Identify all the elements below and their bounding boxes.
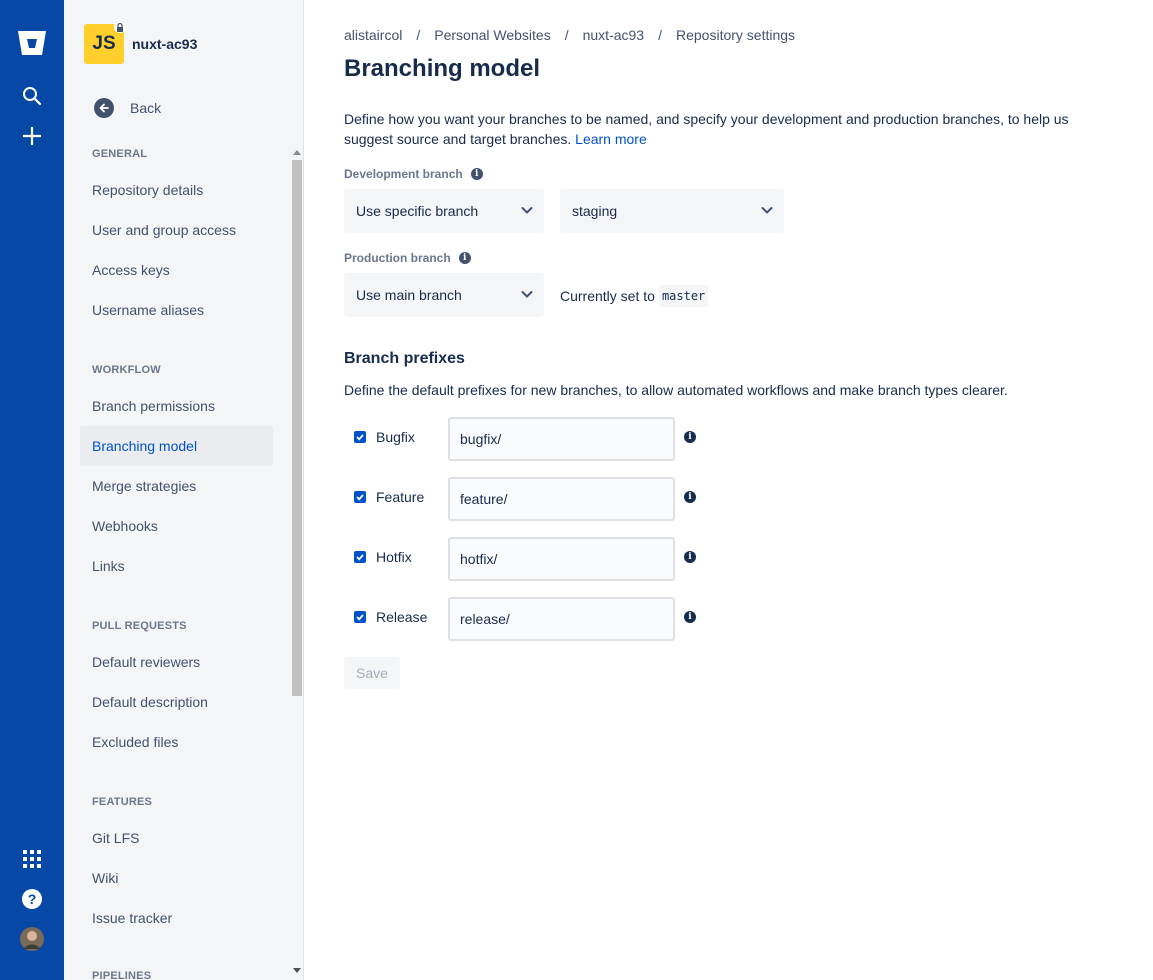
user-avatar[interactable] <box>12 919 52 959</box>
back-button[interactable]: Back <box>92 96 161 120</box>
info-icon[interactable]: i <box>458 252 471 264</box>
intro-body: Define how you want your branches to be … <box>344 111 1069 147</box>
feature-label[interactable]: Feature <box>376 489 424 505</box>
check-icon <box>356 554 364 561</box>
repo-avatar-initials: JS <box>92 33 116 54</box>
repository-sidebar: JS nuxt-ac93 Back GENERAL Repository det… <box>64 0 304 980</box>
sidebar-item-wiki[interactable]: Wiki <box>80 858 273 898</box>
back-label: Back <box>130 100 162 116</box>
intro-text: Define how you want your branches to be … <box>344 109 1104 149</box>
sidebar-item-branch-permissions[interactable]: Branch permissions <box>80 386 273 426</box>
bugfix-label[interactable]: Bugfix <box>376 429 415 445</box>
breadcrumb: alistaircol / Personal Websites / nuxt-a… <box>344 27 795 43</box>
prefix-row-release: Release i <box>344 597 744 641</box>
svg-text:?: ? <box>28 891 37 907</box>
branch-prefixes-title: Branch prefixes <box>344 350 465 367</box>
production-branch-current: Currently set to master <box>560 285 709 307</box>
repo-name: nuxt-ac93 <box>132 36 198 52</box>
nav-group-title-workflow: WORKFLOW <box>92 364 161 376</box>
development-branch-mode-value: Use specific branch <box>356 203 479 219</box>
breadcrumb-separator: / <box>564 27 569 43</box>
sidebar-item-git-lfs[interactable]: Git LFS <box>80 818 273 858</box>
sidebar-item-excluded-files[interactable]: Excluded files <box>80 722 273 762</box>
breadcrumb-item[interactable]: nuxt-ac93 <box>583 27 644 43</box>
plus-icon[interactable] <box>12 116 52 156</box>
release-checkbox[interactable] <box>354 611 366 623</box>
nav-group-title-features: FEATURES <box>92 796 153 808</box>
feature-prefix-input[interactable] <box>448 477 675 521</box>
repo-header[interactable]: JS nuxt-ac93 <box>84 21 198 64</box>
sidebar-item-links[interactable]: Links <box>80 546 273 586</box>
check-icon <box>356 614 364 621</box>
development-branch-value: staging <box>572 203 618 219</box>
prefix-row-bugfix: Bugfix i <box>344 417 744 461</box>
development-branch-mode-select[interactable]: Use specific branch <box>344 189 544 233</box>
nav-group-title-general: GENERAL <box>92 148 148 160</box>
info-icon[interactable]: i <box>684 491 696 503</box>
feature-checkbox[interactable] <box>354 491 366 503</box>
arrow-left-icon <box>94 98 114 118</box>
branch-prefixes-description: Define the default prefixes for new bran… <box>344 382 1008 398</box>
info-icon[interactable]: i <box>684 431 696 443</box>
sidebar-item-default-description[interactable]: Default description <box>80 682 273 722</box>
sidebar-item-webhooks[interactable]: Webhooks <box>80 506 273 546</box>
breadcrumb-separator: / <box>658 27 662 43</box>
breadcrumb-item[interactable]: alistaircol <box>344 27 402 43</box>
sidebar-item-merge-strategies[interactable]: Merge strategies <box>80 466 273 506</box>
bitbucket-logo-icon[interactable] <box>12 23 52 63</box>
chevron-down-icon <box>521 207 533 214</box>
chevron-down-icon <box>521 291 533 298</box>
development-branch-label-text: Development branch <box>344 167 463 181</box>
sidebar-item-user-and-group-access[interactable]: User and group access <box>80 210 273 250</box>
lock-icon <box>114 21 126 33</box>
bugfix-checkbox[interactable] <box>354 431 366 443</box>
production-branch-mode-value: Use main branch <box>356 287 462 303</box>
bugfix-prefix-input[interactable] <box>448 417 675 461</box>
release-label[interactable]: Release <box>376 609 427 625</box>
search-icon[interactable] <box>12 76 52 116</box>
production-branch-mode-select[interactable]: Use main branch <box>344 273 544 317</box>
sidebar-item-default-reviewers[interactable]: Default reviewers <box>80 642 273 682</box>
info-icon[interactable]: i <box>684 611 696 623</box>
sidebar-scrollbar[interactable] <box>290 146 302 980</box>
sidebar-item-branching-model[interactable]: Branching model <box>80 426 273 466</box>
prefix-row-feature: Feature i <box>344 477 744 521</box>
development-branch-label: Development branch i <box>344 167 483 181</box>
app-switcher-icon[interactable] <box>12 839 52 879</box>
development-branch-select[interactable]: staging <box>560 189 784 233</box>
sidebar-item-username-aliases[interactable]: Username aliases <box>80 290 273 330</box>
help-icon[interactable]: ? <box>12 879 52 919</box>
production-branch-label-text: Production branch <box>344 251 451 265</box>
sidebar-nav: GENERAL Repository details User and grou… <box>64 140 290 980</box>
scroll-up-arrow-icon[interactable] <box>293 150 301 155</box>
check-icon <box>356 494 364 501</box>
breadcrumb-item[interactable]: Personal Websites <box>434 27 550 43</box>
info-icon[interactable]: i <box>684 551 696 563</box>
production-branch-label: Production branch i <box>344 251 471 265</box>
breadcrumb-item[interactable]: Repository settings <box>676 27 795 43</box>
info-icon[interactable]: i <box>470 168 483 180</box>
chevron-down-icon <box>761 207 773 214</box>
scrollbar-thumb[interactable] <box>292 160 302 696</box>
breadcrumb-separator: / <box>416 27 421 43</box>
check-icon <box>356 434 364 441</box>
save-button[interactable]: Save <box>344 657 400 689</box>
current-branch-text: Currently set to <box>560 288 655 304</box>
sidebar-item-repository-details[interactable]: Repository details <box>80 170 273 210</box>
release-prefix-input[interactable] <box>448 597 675 641</box>
scroll-down-arrow-icon[interactable] <box>293 968 301 973</box>
repo-avatar: JS <box>84 21 126 64</box>
hotfix-checkbox[interactable] <box>354 551 366 563</box>
hotfix-prefix-input[interactable] <box>448 537 675 581</box>
nav-group-title-pull-requests: PULL REQUESTS <box>92 620 187 632</box>
current-branch-value: master <box>658 285 709 307</box>
prefix-row-hotfix: Hotfix i <box>344 537 744 581</box>
learn-more-link[interactable]: Learn more <box>575 131 647 147</box>
hotfix-label[interactable]: Hotfix <box>376 549 412 565</box>
global-nav-rail: ? <box>0 0 64 980</box>
nav-group-title-pipelines: PIPELINES <box>92 970 152 980</box>
sidebar-item-access-keys[interactable]: Access keys <box>80 250 273 290</box>
page-title: Branching model <box>344 55 541 82</box>
sidebar-item-issue-tracker[interactable]: Issue tracker <box>80 898 273 938</box>
